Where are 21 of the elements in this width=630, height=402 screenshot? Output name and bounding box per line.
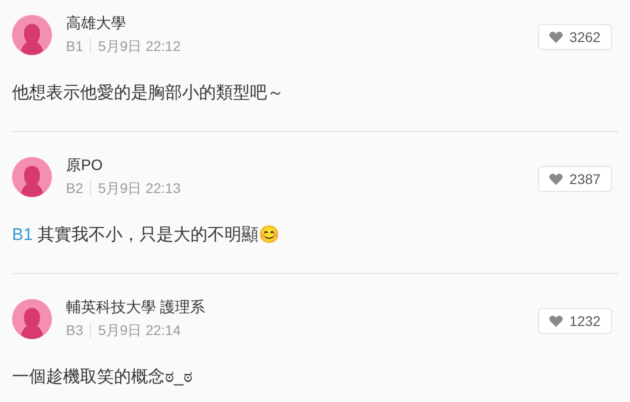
- comment-text: 他想表示他愛的是胸部小的類型吧～: [12, 82, 285, 104]
- like-button[interactable]: 2387: [538, 166, 612, 192]
- author-name: 高雄大學: [66, 14, 127, 34]
- post-date: 5月9日 22:12: [98, 37, 181, 56]
- heart-icon: [549, 31, 564, 43]
- floor-number: B1: [66, 37, 84, 56]
- avatar-icon: [12, 157, 52, 197]
- comment-text: B1 其實我不小，只是大的不明顯😊: [12, 224, 281, 246]
- author-name: 輔英科技大學 護理系: [66, 298, 206, 318]
- author-name: 原PO: [66, 156, 104, 176]
- like-button[interactable]: 1232: [538, 308, 612, 334]
- post-date: 5月9日 22:14: [98, 321, 181, 340]
- avatar-icon: [12, 15, 52, 55]
- avatar-icon: [12, 299, 52, 339]
- post-date: 5月9日 22:13: [98, 179, 181, 198]
- floor-number: B3: [66, 321, 84, 340]
- like-button[interactable]: 3262: [538, 24, 612, 50]
- comment-text: 一個趁機取笑的概念ಠ_ಠ: [12, 366, 194, 388]
- heart-icon: [549, 315, 564, 327]
- heart-icon: [549, 173, 564, 185]
- floor-number: B2: [66, 179, 84, 198]
